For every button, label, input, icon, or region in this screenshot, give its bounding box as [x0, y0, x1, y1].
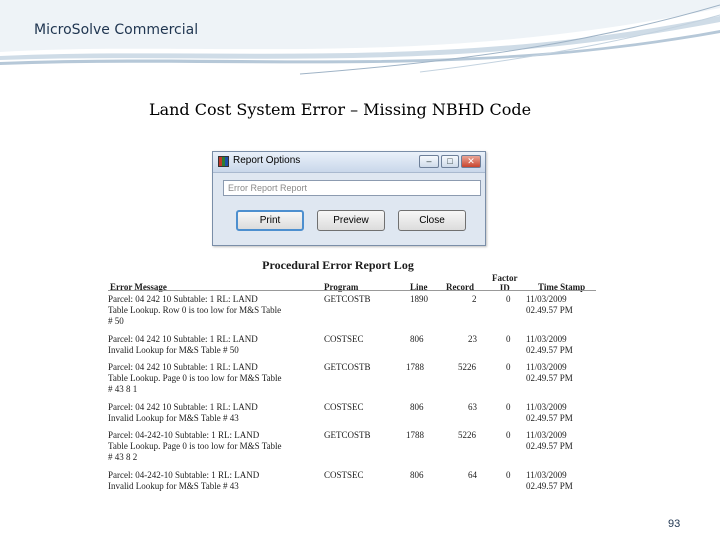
row-2-message: Parcel: 04 242 10 Subtable: 1 RL: LAND I…	[108, 334, 258, 355]
row-2-timestamp: 11/03/2009 02.49.57 PM	[526, 334, 573, 355]
row-2-line: 806	[410, 334, 424, 344]
dialog-titlebar[interactable]: Report Options – □ ✕	[213, 152, 485, 173]
row-4-record: 63	[468, 402, 477, 412]
slide-number: 93	[668, 518, 681, 530]
row-1-line: 1890	[410, 294, 428, 304]
row-4-timestamp: 11/03/2009 02.49.57 PM	[526, 402, 573, 423]
app-icon	[218, 156, 229, 167]
row-6-timestamp: 11/03/2009 02.49.57 PM	[526, 470, 573, 491]
error-report-log: Procedural Error Report Log Error Messag…	[98, 258, 600, 498]
row-6-record: 64	[468, 470, 477, 480]
report-select-field[interactable]: Error Report Report	[223, 180, 481, 196]
row-5-program: GETCOSTB	[324, 430, 371, 440]
header-swoosh-band	[0, 0, 720, 75]
row-5-timestamp: 11/03/2009 02.49.57 PM	[526, 430, 573, 451]
row-1-factor: 0	[506, 294, 511, 304]
row-5-message: Parcel: 04-242-10 Subtable: 1 RL: LAND T…	[108, 430, 282, 462]
row-1-timestamp: 11/03/2009 02.49.57 PM	[526, 294, 573, 315]
maximize-button[interactable]: □	[441, 155, 459, 168]
row-5-factor: 0	[506, 430, 511, 440]
row-4-line: 806	[410, 402, 424, 412]
row-6-line: 806	[410, 470, 424, 480]
row-5-record: 5226	[458, 430, 476, 440]
row-4-message: Parcel: 04 242 10 Subtable: 1 RL: LAND I…	[108, 402, 258, 423]
row-6-factor: 0	[506, 470, 511, 480]
row-3-line: 1788	[406, 362, 424, 372]
row-3-program: GETCOSTB	[324, 362, 371, 372]
window-close-button[interactable]: ✕	[461, 155, 481, 168]
row-6-program: COSTSEC	[324, 470, 364, 480]
row-4-factor: 0	[506, 402, 511, 412]
row-5-line: 1788	[406, 430, 424, 440]
row-4-program: COSTSEC	[324, 402, 364, 412]
brand-title: MicroSolve Commercial	[34, 22, 199, 38]
row-3-record: 5226	[458, 362, 476, 372]
row-3-message: Parcel: 04 242 10 Subtable: 1 RL: LAND T…	[108, 362, 282, 394]
slide-title: Land Cost System Error – Missing NBHD Co…	[148, 100, 532, 119]
row-1-record: 2	[472, 294, 477, 304]
preview-button[interactable]: Preview	[317, 210, 385, 231]
row-2-record: 23	[468, 334, 477, 344]
row-3-timestamp: 11/03/2009 02.49.57 PM	[526, 362, 573, 383]
header-rule	[108, 290, 596, 291]
row-3-factor: 0	[506, 362, 511, 372]
dialog-title: Report Options	[233, 155, 301, 166]
print-button[interactable]: Print	[236, 210, 304, 231]
minimize-button[interactable]: –	[419, 155, 439, 168]
row-1-program: GETCOSTB	[324, 294, 371, 304]
close-button[interactable]: Close	[398, 210, 466, 231]
row-1-message: Parcel: 04 242 10 Subtable: 1 RL: LAND T…	[108, 294, 282, 326]
report-options-dialog: Report Options – □ ✕ Error Report Report…	[212, 151, 486, 246]
report-title: Procedural Error Report Log	[262, 258, 414, 272]
row-6-message: Parcel: 04-242-10 Subtable: 1 RL: LAND I…	[108, 470, 260, 491]
row-2-factor: 0	[506, 334, 511, 344]
row-2-program: COSTSEC	[324, 334, 364, 344]
